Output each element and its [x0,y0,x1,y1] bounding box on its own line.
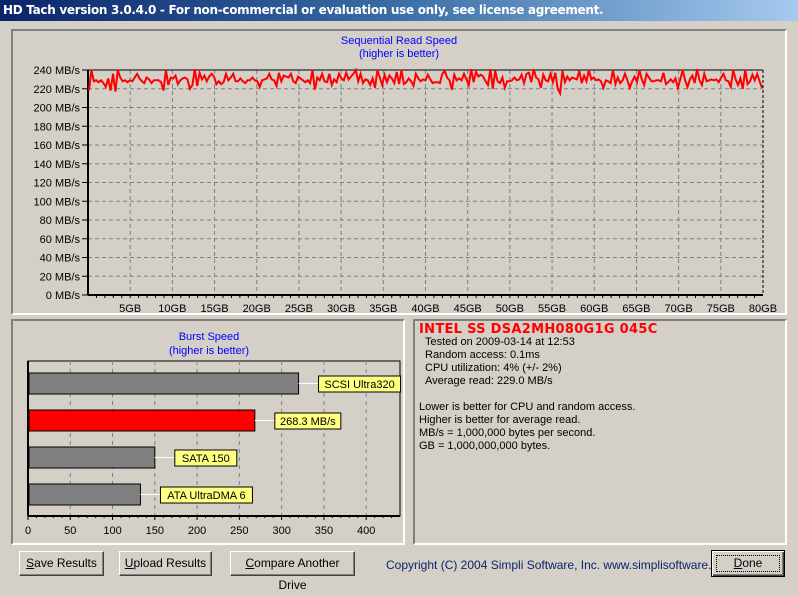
x-tick-label: 45GB [454,303,482,313]
y-tick-label: 100 MB/s [34,196,81,208]
x-tick-label: 75GB [707,303,735,313]
average-read: Average read: 229.0 MB/s [425,375,553,387]
x-tick-label: 30GB [327,303,355,313]
drive-name: INTEL SS DSA2MH080G1G 045C [419,322,658,337]
note-line: Higher is better for average read. [419,414,581,426]
sequential-read-chart: Sequential Read Speed (higher is better)… [34,35,778,313]
y-tick-label: 240 MB/s [34,65,81,77]
button-label: pload Results [133,556,207,570]
button-label: ompare Another Drive [254,556,340,592]
done-button[interactable]: Done [711,550,785,577]
compare-another-drive-button[interactable]: Compare Another Drive [230,551,355,592]
x-tick-label: 100 [103,525,121,537]
burst-bar [28,483,141,506]
burst-chart-title: Burst Speed [179,331,240,343]
x-tick-label: 150 [146,525,164,537]
x-tick-label: 200 [188,525,206,537]
test-results: Tested on 2009-03-14 at 12:53 Random acc… [425,336,575,388]
x-tick-label: 25GB [285,303,313,313]
burst-speed-chart: Burst Speed (higher is better) SCSI Ultr… [25,331,402,537]
y-tick-label: 200 MB/s [34,103,81,115]
bar-label: SCSI Ultra320 [324,379,394,391]
chart-title: Sequential Read Speed [341,35,457,47]
x-tick-label: 55GB [538,303,566,313]
y-tick-label: 80 MB/s [40,215,81,227]
bar-label: 268.3 MB/s [280,416,336,428]
note-line: Lower is better for CPU and random acces… [419,401,636,413]
x-tick-label: 40GB [411,303,439,313]
x-tick-label: 0 [25,525,31,537]
note-line: MB/s = 1,000,000 bytes per second. [419,427,596,439]
y-tick-label: 60 MB/s [40,234,81,246]
x-tick-label: 65GB [622,303,650,313]
random-access: Random access: 0.1ms [425,349,540,361]
notes: Lower is better for CPU and random acces… [419,401,635,453]
x-tick-label: 60GB [580,303,608,313]
x-tick-label: 300 [272,525,290,537]
chart-subtitle: (higher is better) [359,48,439,60]
y-tick-label: 0 MB/s [46,290,81,302]
window-title: HD Tach version 3.0.4.0 - For non-commer… [3,3,604,17]
x-tick-label: 10GB [158,303,186,313]
bar-label: ATA UltraDMA 6 [167,490,245,502]
x-tick-label: 70GB [665,303,693,313]
y-tick-label: 140 MB/s [34,159,81,171]
x-tick-label: 50GB [496,303,524,313]
button-label: ave Results [34,556,97,570]
x-tick-label: 350 [315,525,333,537]
y-tick-label: 160 MB/s [34,140,81,152]
y-tick-label: 220 MB/s [34,84,81,96]
upload-results-button[interactable]: Upload Results [119,551,212,576]
accel-key: C [245,556,255,570]
y-tick-label: 20 MB/s [40,271,81,283]
burst-bar [28,409,256,432]
x-tick-label: 50 [64,525,76,537]
x-tick-label: 15GB [200,303,228,313]
cpu-utilization: CPU utilization: 4% (+/- 2%) [425,362,562,374]
focus-rect [716,555,780,572]
burst-bar [28,372,300,395]
note-line: GB = 1,000,000,000 bytes. [419,440,551,452]
copyright-text: Copyright (C) 2004 Simpli Software, Inc.… [386,558,735,572]
x-tick-label: 80GB [749,303,777,313]
x-tick-label: 250 [230,525,248,537]
save-results-button[interactable]: Save Results [19,551,104,576]
y-tick-label: 120 MB/s [34,178,81,190]
burst-bar [28,446,156,469]
accel-key: S [26,556,35,570]
x-tick-label: 35GB [369,303,397,313]
x-tick-label: 5GB [119,303,141,313]
x-tick-label: 20GB [243,303,271,313]
y-tick-label: 40 MB/s [40,253,81,265]
x-tick-label: 400 [357,525,375,537]
title-bar[interactable]: HD Tach version 3.0.4.0 - For non-commer… [0,0,798,21]
tested-on: Tested on 2009-03-14 at 12:53 [425,336,575,348]
y-tick-label: 180 MB/s [34,121,81,133]
bar-label: SATA 150 [182,453,230,465]
burst-chart-subtitle: (higher is better) [169,345,249,357]
